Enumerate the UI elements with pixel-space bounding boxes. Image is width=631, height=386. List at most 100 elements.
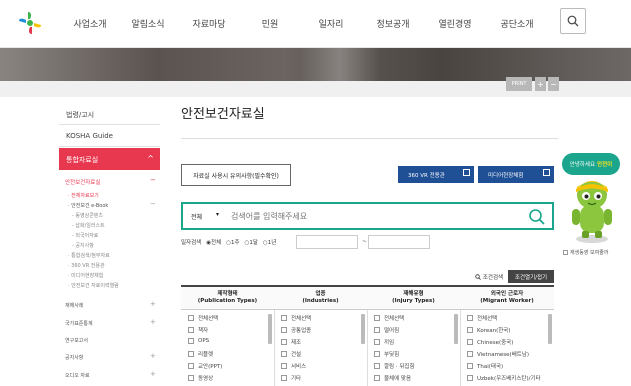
filter-checkbox-item[interactable]: 부딪힘 [374, 350, 399, 358]
zoom-out-button[interactable]: − [548, 77, 559, 91]
checkbox-icon [281, 315, 287, 321]
filter-checkbox-item[interactable]: 건설 [281, 350, 301, 358]
scrollbar[interactable] [454, 314, 458, 344]
filter-checkbox-item[interactable]: 리플렛 [188, 350, 213, 358]
date-start-input[interactable] [296, 235, 358, 249]
filter-checkbox-label: Korean(한국) [477, 328, 511, 334]
expand-icon[interactable]: + [150, 300, 156, 308]
filter-checkbox-item[interactable]: OPS [188, 338, 209, 344]
filter-checkbox-item[interactable]: 제조 [281, 338, 301, 346]
filter-checkbox-label: 물체에 맞음 [384, 376, 412, 382]
sidebar-sub-illustration[interactable]: - 삽화/일러스트 [72, 222, 105, 229]
kosha-logo-icon[interactable] [17, 10, 43, 36]
filter-checkbox-label: 제조 [291, 340, 302, 346]
page: 사업소개 알림소식 자료마당 민원 일자리 정보공개 열린경영 공단소개 PRI… [0, 0, 631, 386]
filter-checkbox-item[interactable]: 책자 [188, 326, 208, 334]
filter-checkbox-item[interactable]: Vietnamese(베트남) [467, 350, 529, 358]
sidebar-item-reports[interactable]: 연구보고서 [65, 337, 88, 344]
filter-checkbox-item[interactable]: 공통업종 [281, 326, 311, 334]
date-option-week[interactable]: ○1주 [226, 238, 239, 246]
sidebar-item-cases[interactable]: 재해사례 [65, 302, 83, 309]
sidebar-sub-ebook[interactable]: · 안전보건 e-Book [68, 202, 108, 209]
nav-item-management[interactable]: 열린경영 [424, 17, 486, 30]
nav-item-resources[interactable]: 자료마당 [178, 17, 240, 30]
nav-item-business[interactable]: 사업소개 [62, 17, 118, 30]
zoom-in-button[interactable]: + [535, 77, 546, 91]
search-input[interactable] [231, 208, 501, 224]
filter-checkbox-item[interactable]: 전체선택 [188, 314, 218, 322]
scrollbar[interactable] [268, 314, 272, 344]
chevron-up-icon: ^ [147, 154, 154, 163]
date-end-input[interactable] [368, 235, 430, 249]
vr-hall-button[interactable]: 360 VR 전용관 [398, 166, 474, 183]
scrollbar[interactable] [548, 314, 552, 344]
sidebar: 법령/고시 KOSHA Guide [59, 103, 160, 147]
sidebar-sub-history[interactable]: · 안전보건 자료이력열람 [68, 282, 119, 289]
filter-checkbox-item[interactable]: 물체에 맞음 [374, 374, 411, 382]
filter-checkbox-item[interactable]: 전체선택 [467, 314, 497, 322]
sidebar-item-audio[interactable]: 오디오 자료 [65, 372, 90, 379]
filter-checkbox-item[interactable]: Thai(태국) [467, 362, 503, 370]
sidebar-sub-media[interactable]: · 미디어현장체험 [68, 272, 103, 279]
sidebar-sub-foreign[interactable]: - 외국어자료 [72, 232, 98, 239]
chevron-down-icon[interactable]: ▾ [216, 211, 219, 218]
expand-icon[interactable]: + [150, 370, 156, 378]
nav-item-about[interactable]: 공단소개 [486, 17, 548, 30]
scrollbar[interactable] [361, 314, 365, 344]
sidebar-item-stats[interactable]: 국가표준통계 [65, 320, 93, 327]
search-category-select[interactable]: 전체 [191, 212, 202, 221]
sidebar-item-notices[interactable]: 공지사항 [65, 354, 83, 361]
checkbox-icon [281, 339, 287, 345]
filter-checkbox-item[interactable]: Chinese(중국) [467, 338, 513, 346]
nav-item-civil[interactable]: 민원 [240, 17, 300, 30]
checkbox-icon [374, 327, 380, 333]
filter-checkbox-item[interactable]: 기타 [281, 374, 301, 382]
filter-checkbox-item[interactable]: 끼임 [374, 338, 394, 346]
collapse-icon[interactable]: − [150, 200, 156, 208]
collapse-icon[interactable]: − [150, 176, 156, 184]
nav-item-jobs[interactable]: 일자리 [300, 17, 362, 30]
filter-checkbox-item[interactable]: 전체선택 [374, 314, 404, 322]
checkbox-icon [374, 339, 380, 345]
mascot-bubble-highlight: 안전이 [597, 162, 613, 168]
filter-checkbox-label: 동영상 [198, 376, 214, 382]
sidebar-sub-video[interactable]: - 동영상콘텐츠 [72, 212, 103, 219]
header-search-button[interactable] [560, 8, 586, 34]
sidebar-item-integrated-archive[interactable]: 통합자료실 ^ [59, 148, 160, 170]
filter-checkbox-item[interactable]: 교안(PPT) [188, 362, 222, 370]
usage-notice-button[interactable]: 자료실 사용시 유의사항(필수확인) [181, 164, 291, 186]
checkbox-icon [467, 351, 473, 357]
sidebar-sub-search[interactable]: · 통합검색/첨부자료 [68, 252, 110, 259]
filter-checkbox-item[interactable]: Korean(한국) [467, 326, 511, 334]
filter-checkbox-label: 책자 [198, 328, 209, 334]
expand-icon[interactable]: + [150, 352, 156, 360]
filter-checkbox-item[interactable]: 동영상 [188, 374, 213, 382]
date-option-all[interactable]: ◉전체 [206, 238, 221, 246]
date-option-month[interactable]: ○1달 [245, 238, 258, 246]
sidebar-sub-safety-archive[interactable]: 안전보건자료실 [65, 178, 100, 186]
condition-toggle-button[interactable]: 조건열기/접기 [508, 270, 554, 283]
sidebar-sub-vr[interactable]: · 360 VR 전용관 [68, 262, 105, 269]
filter-checkbox-item[interactable]: Uzbek(우즈베키스탄)/기타 [467, 374, 541, 382]
nav-item-disclosure[interactable]: 정보공개 [362, 17, 424, 30]
mascot-toggle[interactable]: 재생동영 보여줄까 [563, 249, 608, 256]
checkbox-icon [188, 327, 194, 333]
expand-icon[interactable]: + [150, 318, 156, 326]
filter-checkbox-item[interactable]: 전체선택 [281, 314, 311, 322]
date-option-year[interactable]: ○1년 [263, 238, 276, 246]
filter-checkbox-item[interactable]: 서비스 [281, 362, 306, 370]
sidebar-item-laws[interactable]: 법령/고시 [59, 103, 160, 125]
filter-checkbox-item[interactable]: 떨어짐 [374, 326, 399, 334]
mascot-character-icon[interactable] [566, 175, 618, 245]
sidebar-sub-all[interactable]: · 전체자료보기 [68, 192, 99, 199]
checkbox-icon [281, 375, 287, 381]
print-button[interactable]: PRINT [506, 77, 532, 91]
filter-table-header: 제작형태 (Publication Types) 업종 (Industries)… [181, 285, 554, 310]
search-icon[interactable] [528, 208, 546, 226]
sidebar-item-kosha-guide[interactable]: KOSHA Guide [59, 125, 160, 147]
nav-item-news[interactable]: 알림소식 [118, 17, 178, 30]
filter-header-migrant: 외국인 근로자 (Migrant Worker) [480, 291, 534, 304]
sidebar-sub-notice[interactable]: - 공지사항 [72, 242, 94, 249]
media-experience-button[interactable]: 미디어현장체험 [478, 166, 554, 183]
filter-checkbox-item[interactable]: 깔림 · 뒤집힘 [374, 362, 415, 370]
